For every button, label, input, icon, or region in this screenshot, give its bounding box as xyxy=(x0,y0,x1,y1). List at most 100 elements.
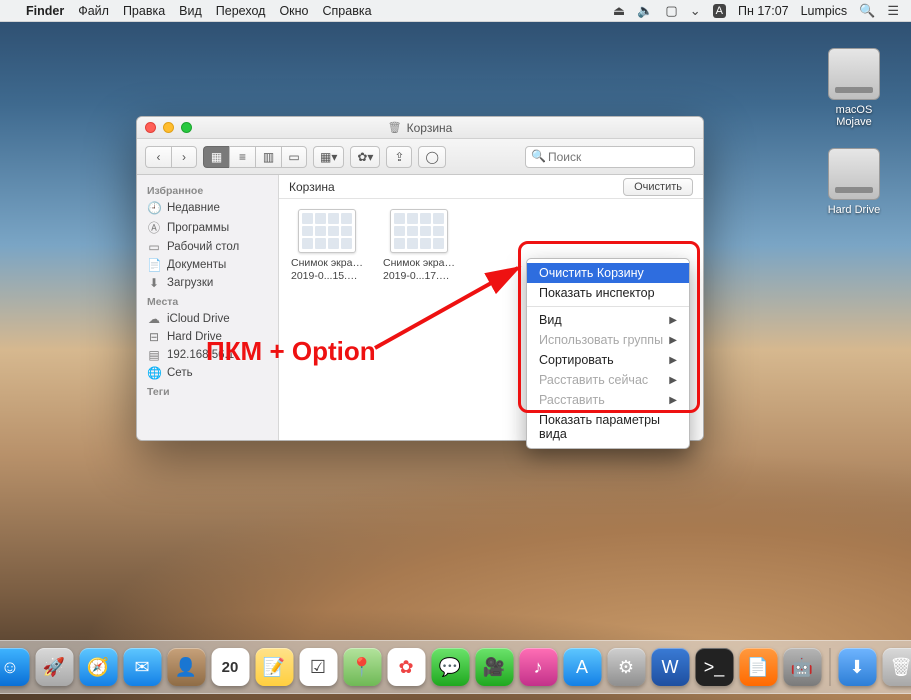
display-icon[interactable]: ▢ xyxy=(665,3,677,19)
empty-trash-button[interactable]: Очистить xyxy=(623,178,693,196)
dock-app-calendar[interactable]: 20 xyxy=(211,648,249,686)
spotlight-icon[interactable]: 🔍 xyxy=(859,3,875,19)
window-zoom-button[interactable] xyxy=(181,122,192,133)
finder-sidebar: Избранное 🕘Недавние ⒶПрограммы ▭Рабочий … xyxy=(137,175,279,440)
clock-icon: 🕘 xyxy=(147,201,161,215)
arrange-button[interactable]: ▦▾ xyxy=(313,146,344,168)
hard-drive-icon: ⊟ xyxy=(147,330,161,344)
window-minimize-button[interactable] xyxy=(163,122,174,133)
desktop-drive-macos[interactable]: macOS Mojave xyxy=(819,48,889,128)
menubar-item-help[interactable]: Справка xyxy=(323,4,372,18)
action-button[interactable]: ✿▾ xyxy=(350,146,380,168)
dock-app-terminal[interactable]: >_ xyxy=(695,648,733,686)
sidebar-item-apps[interactable]: ⒶПрограммы xyxy=(137,217,278,238)
dock-app-word[interactable]: W xyxy=(651,648,689,686)
disk-icon[interactable]: ⏏ xyxy=(613,3,625,19)
desktop-drive-label: Hard Drive xyxy=(819,204,889,216)
menubar-user[interactable]: Lumpics xyxy=(801,4,848,18)
ctx-sort[interactable]: Сортировать▶ xyxy=(527,350,689,370)
dock-app-appstore[interactable]: A xyxy=(563,648,601,686)
dock-app-messages[interactable]: 💬 xyxy=(431,648,469,686)
dock-app-notes[interactable]: 📝 xyxy=(255,648,293,686)
hard-drive-icon xyxy=(828,48,880,100)
dock-app-photos[interactable]: ✿ xyxy=(387,648,425,686)
hard-drive-icon xyxy=(828,148,880,200)
finder-toolbar: ‹ › ▦ ≡ ▥ ▭ ▦▾ ✿▾ ⇪ ◯ 🔍 xyxy=(137,139,703,175)
dock-app-launchpad[interactable]: 🚀 xyxy=(35,648,73,686)
dock-app-maps[interactable]: 📍 xyxy=(343,648,381,686)
menubar-item-file[interactable]: Файл xyxy=(78,4,109,18)
dock-app-facetime[interactable]: 🎥 xyxy=(475,648,513,686)
sidebar-item-desktop[interactable]: ▭Рабочий стол xyxy=(137,238,278,256)
notification-center-icon[interactable]: ☰ xyxy=(887,3,899,19)
dock-app-mail[interactable]: ✉ xyxy=(123,648,161,686)
icon-view-button[interactable]: ▦ xyxy=(203,146,229,168)
annotation-text: ПКМ + Option xyxy=(206,336,376,367)
file-item[interactable]: Снимок экрана 2019-0...15.29.10 xyxy=(291,209,363,283)
menubar-app-name[interactable]: Finder xyxy=(26,4,64,18)
dock-app-pages[interactable]: 📄 xyxy=(739,648,777,686)
dock-app-reminders[interactable]: ☑ xyxy=(299,648,337,686)
apps-icon: Ⓐ xyxy=(147,219,161,236)
dock-app-downloads[interactable]: ⬇ xyxy=(838,648,876,686)
menubar-item-go[interactable]: Переход xyxy=(216,4,266,18)
menubar-item-view[interactable]: Вид xyxy=(179,4,202,18)
gallery-view-button[interactable]: ▭ xyxy=(281,146,307,168)
dock-app-trash[interactable]: 🗑 xyxy=(882,648,911,686)
sidebar-heading-favorites: Избранное xyxy=(137,181,278,199)
chevron-right-icon: ▶ xyxy=(669,335,677,346)
dock: ☺🚀🧭✉👤20📝☑📍✿💬🎥♪A⚙W>_📄🤖 ⬇🗑 xyxy=(0,640,911,694)
screenshot-thumbnail-icon xyxy=(390,209,448,253)
desktop-icon: ▭ xyxy=(147,240,161,254)
volume-icon[interactable]: 🔈 xyxy=(637,3,653,19)
dropdown-icon[interactable]: ⌄ xyxy=(690,3,701,19)
dock-app-contacts[interactable]: 👤 xyxy=(167,648,205,686)
sidebar-item-recents[interactable]: 🕘Недавние xyxy=(137,199,278,217)
ctx-arrange[interactable]: Расставить▶ xyxy=(527,390,689,410)
ctx-view[interactable]: Вид▶ xyxy=(527,310,689,330)
list-view-button[interactable]: ≡ xyxy=(229,146,255,168)
share-button[interactable]: ⇪ xyxy=(386,146,412,168)
forward-button[interactable]: › xyxy=(171,146,197,168)
window-titlebar[interactable]: 🗑 Корзина xyxy=(137,117,703,139)
input-language-badge[interactable]: А xyxy=(713,4,726,18)
menubar-clock[interactable]: Пн 17:07 xyxy=(738,4,789,18)
file-name-line1: Снимок экрана xyxy=(291,257,363,270)
file-item[interactable]: Снимок экрана 2019-0...17.04.26 xyxy=(383,209,455,283)
menubar-item-edit[interactable]: Правка xyxy=(123,4,165,18)
dock-app-finder[interactable]: ☺ xyxy=(0,648,29,686)
ctx-show-inspector[interactable]: Показать инспектор xyxy=(527,283,689,303)
dock-app-automator[interactable]: 🤖 xyxy=(783,648,821,686)
view-mode-buttons: ▦ ≡ ▥ ▭ xyxy=(203,146,307,168)
file-name-line2: 2019-0...17.04.26 xyxy=(383,270,455,283)
ctx-arrange-now[interactable]: Расставить сейчас▶ xyxy=(527,370,689,390)
content-header: Корзина Очистить xyxy=(279,175,703,199)
sidebar-item-documents[interactable]: 📄Документы xyxy=(137,256,278,274)
context-menu: Очистить Корзину Показать инспектор Вид▶… xyxy=(526,258,690,449)
dock-app-preferences[interactable]: ⚙ xyxy=(607,648,645,686)
cloud-icon: ☁ xyxy=(147,312,161,326)
sidebar-heading-tags: Теги xyxy=(137,382,278,400)
sidebar-item-icloud[interactable]: ☁iCloud Drive xyxy=(137,310,278,328)
file-name-line2: 2019-0...15.29.10 xyxy=(291,270,363,283)
downloads-icon: ⬇ xyxy=(147,276,161,290)
ctx-show-view-options[interactable]: Показать параметры вида xyxy=(527,410,689,444)
dock-app-itunes[interactable]: ♪ xyxy=(519,648,557,686)
chevron-right-icon: ▶ xyxy=(669,355,677,366)
desktop-drive-hard[interactable]: Hard Drive xyxy=(819,148,889,216)
ctx-use-groups[interactable]: Использовать группы▶ xyxy=(527,330,689,350)
dock-app-safari[interactable]: 🧭 xyxy=(79,648,117,686)
window-close-button[interactable] xyxy=(145,122,156,133)
chevron-right-icon: ▶ xyxy=(669,315,677,326)
search-input[interactable] xyxy=(525,146,695,168)
content-title: Корзина xyxy=(289,180,335,194)
tags-button[interactable]: ◯ xyxy=(418,146,445,168)
sidebar-item-downloads[interactable]: ⬇Загрузки xyxy=(137,274,278,292)
menubar-item-window[interactable]: Окно xyxy=(279,4,308,18)
window-title: Корзина xyxy=(407,121,453,135)
back-button[interactable]: ‹ xyxy=(145,146,171,168)
desktop-drive-label: macOS Mojave xyxy=(819,104,889,128)
column-view-button[interactable]: ▥ xyxy=(255,146,281,168)
ctx-empty-trash[interactable]: Очистить Корзину xyxy=(527,263,689,283)
menubar: Finder Файл Правка Вид Переход Окно Спра… xyxy=(0,0,911,22)
